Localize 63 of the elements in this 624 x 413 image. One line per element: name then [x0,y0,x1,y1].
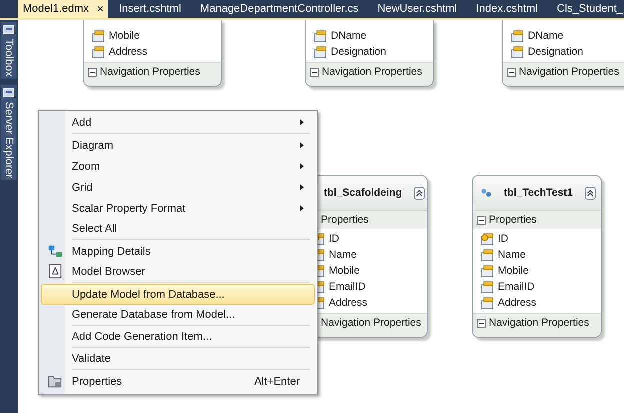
property-name: Mobile [109,30,140,42]
section-label: Navigation Properties [100,66,200,78]
property-name: Address [329,297,368,309]
section-label: Properties [489,214,537,226]
collapse-icon[interactable] [88,68,97,76]
collapse-icon[interactable] [477,216,486,224]
property-name: ID [498,233,508,245]
property-name: Designation [528,46,584,58]
document-tab[interactable]: Insert.cshtml [114,0,196,18]
section-label: Properties [321,214,369,226]
collapse-button[interactable] [585,186,596,200]
property-name: ID [329,233,340,245]
entity-box[interactable]: tbl_TechTest1 Properties ID Name Mobile EmailID Address Navigation Properties [472,175,602,338]
chevron-icon [586,188,595,198]
submenu-arrow-icon [300,163,304,170]
submenu-arrow-icon [300,142,304,149]
collapse-icon[interactable] [477,318,486,328]
entity-icon [481,187,492,199]
shortcut-text: Alt+Enter [254,376,301,388]
properties-icon [48,374,62,389]
entity-box[interactable]: Mobile Address Navigation Properties [83,20,222,87]
document-tab[interactable]: Index.cshtml [471,0,552,18]
property-name: DName [331,30,367,42]
entity-title: tbl_TechTest1 [504,187,573,199]
document-tab[interactable]: ManageDepartmentController.cs [195,0,373,18]
document-tab[interactable]: Model1.edmx × [18,0,108,18]
section-label: Navigation Properties [489,317,590,329]
collapse-icon[interactable] [507,68,516,76]
collapse-icon[interactable] [310,68,319,76]
section-label: Navigation Properties [519,66,620,78]
property-name: EmailID [329,281,366,293]
submenu-arrow-icon [300,119,304,126]
property-name: Name [498,249,526,261]
document-tab[interactable]: Cls_Student_ [552,0,624,18]
property-name: EmailID [498,281,535,293]
section-label: Navigation Properties [321,317,422,329]
collapse-button[interactable] [414,186,426,200]
menu-item[interactable]: Diagram [41,135,315,156]
section-label: Navigation Properties [322,66,422,78]
menu-item[interactable]: Zoom [41,156,315,177]
entity-title: tbl_Scafoldeing [324,187,402,199]
submenu-arrow-icon [300,184,304,191]
network-icon [48,244,62,259]
submenu-arrow-icon [300,205,304,212]
property-name: DName [528,30,564,42]
property-name: Mobile [498,265,529,277]
property-name: Designation [331,46,386,58]
entity-box[interactable]: DName Designation Navigation Properties [502,20,624,87]
entity-box[interactable]: DName Designation Navigation Properties [305,20,434,87]
close-icon[interactable]: × [97,2,104,16]
document-tab[interactable]: NewUser.cshtml [372,0,472,18]
property-name: Address [498,297,537,309]
side-panel-tab[interactable]: Server Explorer [1,84,17,180]
property-name: Address [109,46,148,58]
menu-item[interactable]: Properties Alt+Enter [41,371,315,392]
document-icon [48,264,62,279]
tool-icon [3,24,15,36]
property-name: Name [329,249,358,261]
menu-item[interactable]: Update Model from Database... [41,284,315,305]
chevron-icon [415,188,424,198]
tool-icon [3,86,15,99]
property-name: Mobile [329,265,360,277]
side-panel-tab[interactable]: Toolbox [1,22,17,79]
